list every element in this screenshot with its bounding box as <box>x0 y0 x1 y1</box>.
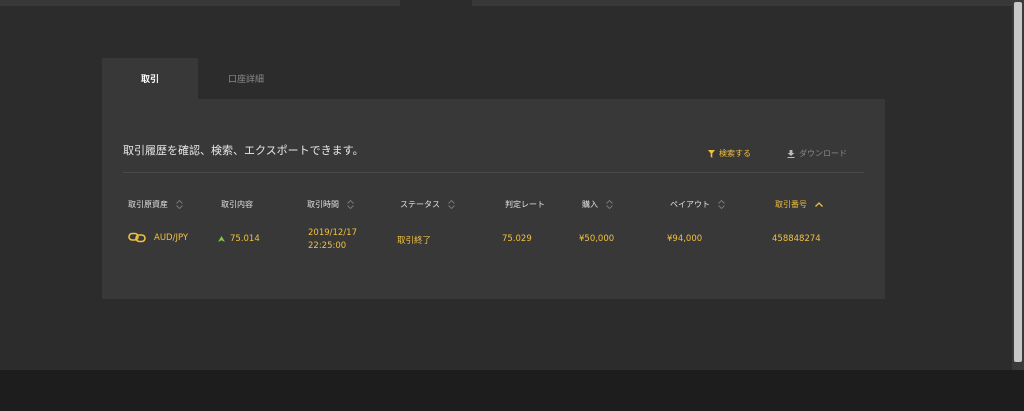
sort-icon <box>176 200 183 209</box>
top-bar-left <box>0 0 400 6</box>
tab-bar: 取引 口座詳細 <box>102 58 294 99</box>
header-rate[interactable]: 判定レート <box>505 199 545 210</box>
footer <box>0 370 1024 411</box>
time-clock: 22:25:00 <box>308 241 347 251</box>
cell-payout: ¥94,000 <box>667 234 703 244</box>
cell-asset: AUD/JPY <box>128 232 188 243</box>
header-label: 取引時間 <box>307 200 339 209</box>
cell-status: 取引終了 <box>397 236 432 246</box>
download-label: ダウンロード <box>799 149 847 158</box>
header-asset[interactable]: 取引原資産 <box>128 199 183 210</box>
scrollbar-thumb[interactable] <box>1014 2 1022 362</box>
filter-icon <box>708 149 715 158</box>
scrollbar[interactable] <box>1012 0 1024 370</box>
search-label: 検索する <box>719 149 751 158</box>
header-label: 取引内容 <box>221 200 253 209</box>
sort-icon <box>718 200 725 209</box>
header-label: ステータス <box>400 200 440 209</box>
header-label: 取引原資産 <box>128 200 168 209</box>
time-date: 2019/12/17 <box>308 228 357 238</box>
header-label: 判定レート <box>505 200 545 209</box>
search-button[interactable]: 検索する <box>708 148 751 159</box>
header-status[interactable]: ステータス <box>400 199 455 210</box>
cell-content: 75.014 <box>218 234 260 244</box>
header-purchase[interactable]: 購入 <box>582 199 613 210</box>
up-arrow-icon <box>218 236 225 242</box>
header-label: ペイアウト <box>670 200 710 209</box>
tab-trades[interactable]: 取引 <box>102 58 198 99</box>
cell-trade-number: 458848274 <box>772 234 821 244</box>
sort-icon <box>448 200 455 209</box>
content-value: 75.014 <box>230 234 260 244</box>
download-button[interactable]: ダウンロード <box>787 148 847 159</box>
sort-icon <box>606 200 613 209</box>
trade-history-panel: 取引履歴を確認、検索、エクスポートできます。 検索する ダウンロード 取引原資産… <box>102 99 885 299</box>
cell-purchase: ¥50,000 <box>579 234 615 244</box>
header-trade-number[interactable]: 取引番号 <box>775 199 823 210</box>
tab-account-details[interactable]: 口座詳細 <box>198 58 294 99</box>
sort-up-icon <box>815 202 823 207</box>
panel-description: 取引履歴を確認、検索、エクスポートできます。 <box>123 144 364 157</box>
header-label: 購入 <box>582 200 598 209</box>
download-icon <box>787 149 795 158</box>
cell-time: 2019/12/17 22:25:00 <box>308 227 357 253</box>
cell-rate: 75.029 <box>502 234 532 244</box>
header-payout[interactable]: ペイアウト <box>670 199 725 210</box>
link-icon <box>128 232 146 243</box>
header-time[interactable]: 取引時間 <box>307 199 354 210</box>
asset-name: AUD/JPY <box>154 232 189 243</box>
divider <box>123 172 864 173</box>
header-content[interactable]: 取引内容 <box>221 199 253 210</box>
top-bar-right <box>472 0 1012 6</box>
sort-icon <box>347 200 354 209</box>
header-label: 取引番号 <box>775 200 807 209</box>
